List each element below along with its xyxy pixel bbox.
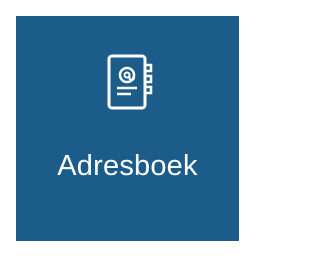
address-book-icon bbox=[106, 53, 154, 113]
tile-label: Adresboek bbox=[57, 150, 198, 182]
address-book-tile[interactable]: Adresboek bbox=[16, 16, 239, 241]
